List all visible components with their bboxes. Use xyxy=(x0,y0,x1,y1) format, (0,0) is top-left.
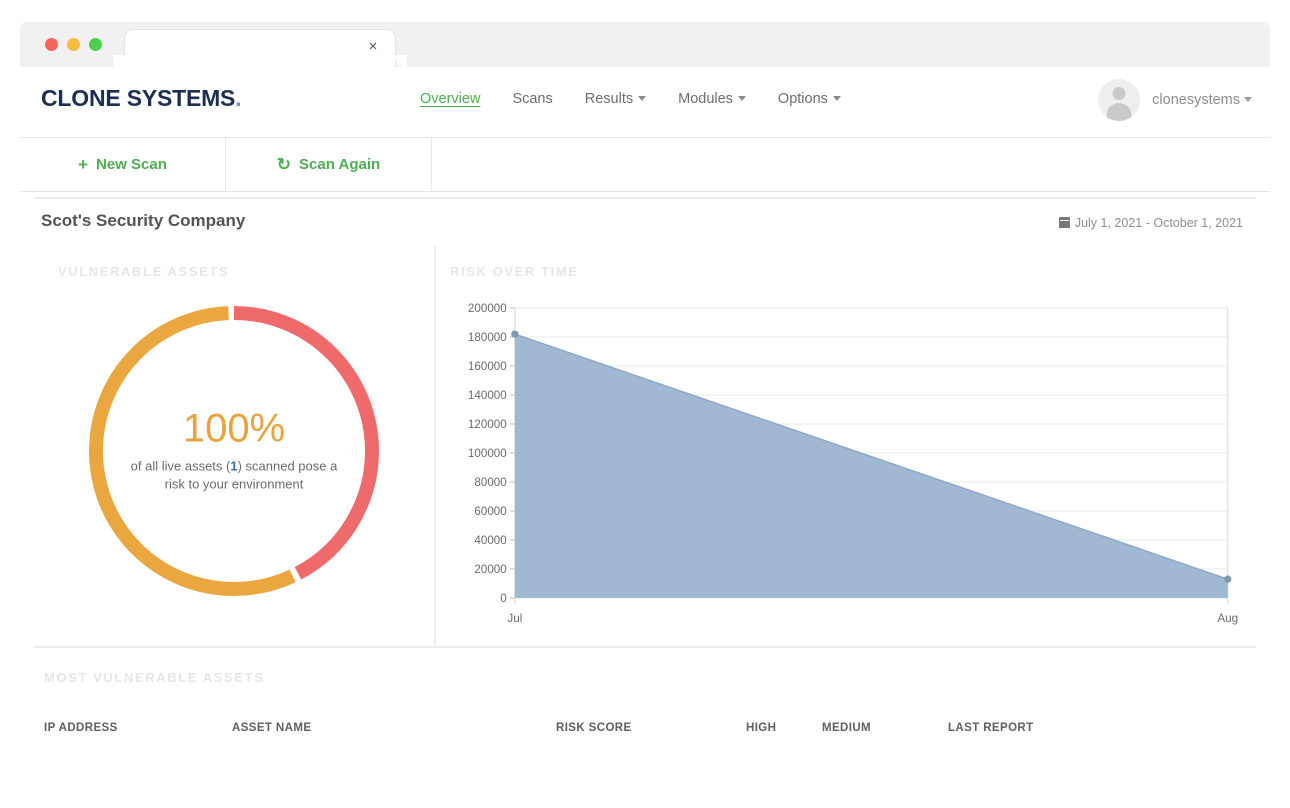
column-header-ip-address: IP ADDRESS xyxy=(44,722,118,734)
dashboard-panels: VULNERABLE ASSETS 100% of all live asset… xyxy=(34,246,1256,648)
brand-name: CLONE SYSTEMS xyxy=(41,85,236,111)
user-menu-label[interactable]: clonesystems xyxy=(1152,92,1252,108)
maximize-window-button[interactable] xyxy=(89,38,102,51)
donut-center-text: 100% of all live assets (1) scanned pose… xyxy=(129,408,339,495)
action-toolbar: + New Scan ↻ Scan Again xyxy=(20,138,1270,192)
nav-item-scans-label: Scans xyxy=(512,91,553,107)
y-axis-tick-label: 160000 xyxy=(468,361,507,373)
screenshot-root: × CLONE SYSTEMS. Overview Scans Results … xyxy=(0,0,1290,808)
brand-logo[interactable]: CLONE SYSTEMS. xyxy=(41,85,242,112)
y-axis-tick-label: 120000 xyxy=(468,419,507,431)
close-icon[interactable]: × xyxy=(365,39,381,55)
y-axis-tick-label: 80000 xyxy=(474,477,506,489)
most-vulnerable-assets-title: MOST VULNERABLE ASSETS xyxy=(44,670,265,685)
avatar-body xyxy=(1106,103,1132,121)
chart-area-fill xyxy=(514,334,1228,598)
column-header-last-report: LAST REPORT xyxy=(948,722,1034,734)
y-axis-tick-label: 0 xyxy=(500,593,506,605)
y-axis-tick-label: 40000 xyxy=(474,535,506,547)
column-header-medium: MEDIUM xyxy=(822,722,872,734)
column-header-risk-score: RISK SCORE xyxy=(556,722,632,734)
page-title: Scot's Security Company xyxy=(41,211,246,230)
calendar-icon xyxy=(1058,217,1070,228)
x-axis-tick-label: Jul xyxy=(507,613,522,625)
top-navbar: CLONE SYSTEMS. Overview Scans Results Mo… xyxy=(20,67,1270,138)
risk-over-time-title: RISK OVER TIME xyxy=(450,264,579,279)
y-axis-tick-label: 140000 xyxy=(468,390,507,402)
nav-item-modules[interactable]: Modules xyxy=(678,91,746,107)
brand-dot: . xyxy=(235,85,242,111)
scan-again-button[interactable]: ↻ Scan Again xyxy=(226,138,432,191)
scan-again-label: Scan Again xyxy=(299,156,381,173)
nav-item-overview[interactable]: Overview xyxy=(420,91,480,107)
y-axis-tick-label: 100000 xyxy=(468,448,507,460)
avatar xyxy=(1098,79,1141,121)
y-axis-tick-label: 200000 xyxy=(468,303,507,315)
column-header-high: HIGH xyxy=(746,722,777,734)
risk-chart-svg: 0 20000 40000 60000 80000 100000 120000 140000 1… xyxy=(468,303,1238,625)
refresh-icon: ↻ xyxy=(276,154,292,174)
browser-chrome: × xyxy=(20,22,1270,68)
data-point-marker xyxy=(511,330,519,338)
main-navigation: Overview Scans Results Modules Options xyxy=(420,91,841,107)
most-vulnerable-assets-section: MOST VULNERABLE ASSETS IP ADDRESS ASSET … xyxy=(34,648,1256,734)
vulnerable-assets-count: 1 xyxy=(230,458,238,474)
risk-over-time-panel: RISK OVER TIME 0 20000 40000 60000 80000 1000… xyxy=(436,246,1256,646)
nav-item-modules-label: Modules xyxy=(678,91,733,107)
vulnerable-assets-title: VULNERABLE ASSETS xyxy=(58,264,230,279)
minimize-window-button[interactable] xyxy=(67,38,80,51)
nav-item-overview-label: Overview xyxy=(420,91,481,107)
x-axis-tick-label: Aug xyxy=(1217,613,1238,625)
chevron-down-icon xyxy=(737,96,746,101)
column-header-asset-name: ASSET NAME xyxy=(232,722,312,734)
vulnerable-assets-panel: VULNERABLE ASSETS 100% of all live asset… xyxy=(34,246,436,646)
new-scan-label: New Scan xyxy=(96,156,167,173)
toolbar-filler xyxy=(432,138,1270,191)
chevron-down-icon xyxy=(638,96,647,101)
nav-item-options-label: Options xyxy=(777,91,828,107)
y-axis-tick-label: 20000 xyxy=(474,564,506,576)
nav-item-results-label: Results xyxy=(584,91,634,107)
date-range-label: July 1, 2021 - October 1, 2021 xyxy=(1074,216,1243,230)
page-header: Scot's Security Company July 1, 2021 - O… xyxy=(20,199,1270,246)
data-point-marker xyxy=(1224,575,1232,583)
risk-over-time-chart: 0 20000 40000 60000 80000 100000 120000 140000 1… xyxy=(446,298,1246,628)
vulnerable-assets-donut-chart: 100% of all live assets (1) scanned pose… xyxy=(81,298,387,604)
y-axis-tick-label: 180000 xyxy=(468,332,507,344)
new-scan-button[interactable]: + New Scan xyxy=(20,138,226,191)
application-surface: CLONE SYSTEMS. Overview Scans Results Mo… xyxy=(20,67,1270,785)
vulnerable-assets-percent: 100% xyxy=(182,406,286,451)
date-range-picker[interactable]: July 1, 2021 - October 1, 2021 xyxy=(1058,216,1243,230)
description-before: of all live assets ( xyxy=(130,458,231,474)
y-axis-tick-label: 60000 xyxy=(474,506,506,518)
close-window-button[interactable] xyxy=(45,38,58,51)
window-controls xyxy=(45,38,102,51)
nav-item-options[interactable]: Options xyxy=(778,91,841,107)
user-menu[interactable]: clonesystems xyxy=(1098,79,1252,121)
nav-item-scans[interactable]: Scans xyxy=(512,91,552,107)
chevron-down-icon xyxy=(832,96,841,101)
nav-item-results[interactable]: Results xyxy=(584,91,647,107)
vulnerable-assets-description: of all live assets (1) scanned pose a ri… xyxy=(129,458,339,495)
table-header-row: IP ADDRESS ASSET NAME RISK SCORE HIGH ME… xyxy=(34,722,1256,734)
section-divider xyxy=(34,192,1256,199)
user-name-text: clonesystems xyxy=(1152,92,1240,108)
plus-icon: + xyxy=(78,154,89,174)
browser-tab[interactable]: × xyxy=(113,30,407,67)
avatar-head xyxy=(1112,87,1126,100)
chevron-down-icon xyxy=(1244,97,1252,102)
